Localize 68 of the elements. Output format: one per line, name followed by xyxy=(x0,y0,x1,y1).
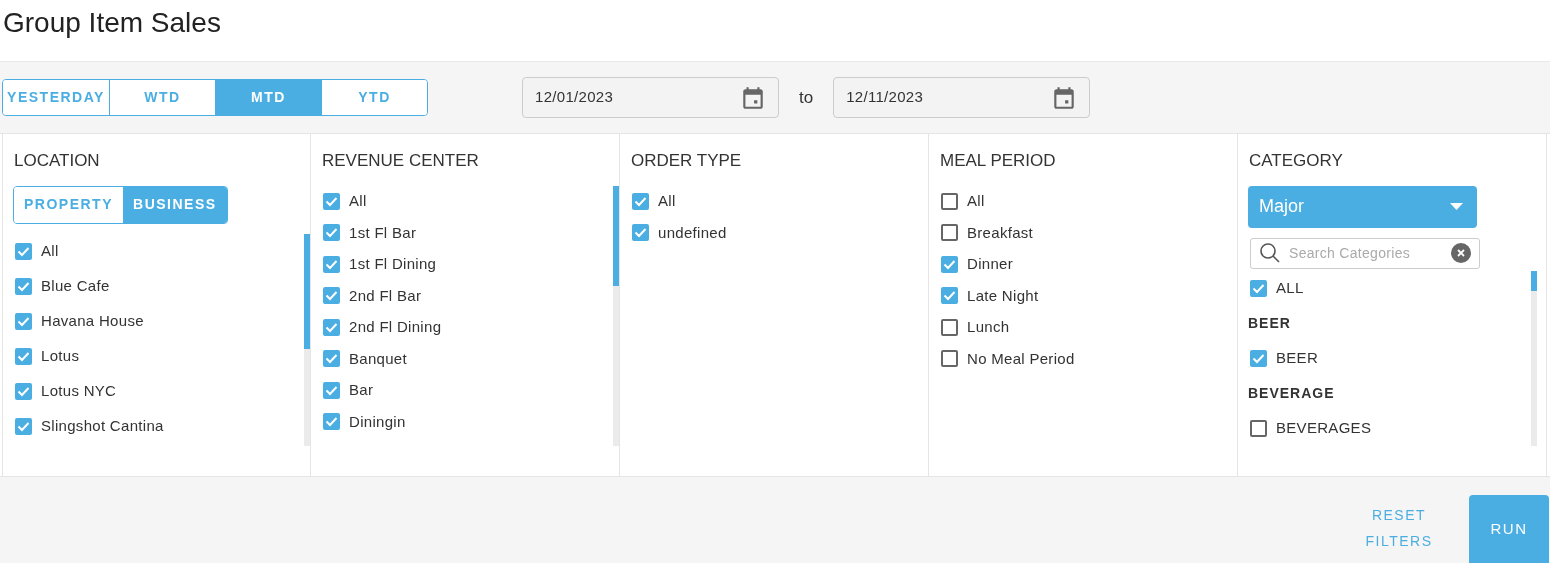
date-separator: to xyxy=(799,86,814,109)
checkbox[interactable] xyxy=(941,287,958,305)
checkbox[interactable] xyxy=(15,417,32,435)
clear-icon[interactable] xyxy=(1451,243,1471,263)
checkbox[interactable] xyxy=(15,382,32,400)
checkbox[interactable] xyxy=(15,347,32,365)
checkbox[interactable] xyxy=(323,381,340,399)
option-label[interactable]: undefined xyxy=(658,221,727,244)
checkbox[interactable] xyxy=(1250,349,1267,367)
option-label[interactable]: Lunch xyxy=(967,316,1010,339)
checkbox[interactable] xyxy=(15,312,32,330)
filter-heading: REVENUE CENTER xyxy=(322,150,480,172)
option-label[interactable]: ALL xyxy=(1276,276,1304,300)
checkbox[interactable] xyxy=(323,255,340,273)
checkbox[interactable] xyxy=(323,224,340,242)
checkbox[interactable] xyxy=(323,192,340,210)
option-label[interactable]: Lotus NYC xyxy=(41,379,117,403)
group-heading: BEVERAGE xyxy=(1248,383,1336,403)
option-label[interactable]: All xyxy=(349,190,367,213)
caret-icon xyxy=(1450,203,1463,210)
option-label[interactable]: Banquet xyxy=(349,347,407,370)
option-label[interactable]: 1st Fl Dining xyxy=(349,253,437,276)
scrollbar[interactable] xyxy=(304,233,310,446)
page-title: Group Item Sales xyxy=(2,6,222,40)
checkbox[interactable] xyxy=(15,277,32,295)
checkbox[interactable] xyxy=(632,224,649,242)
checkbox[interactable] xyxy=(323,318,340,336)
calendar-icon[interactable] xyxy=(740,84,766,111)
option-label[interactable]: All xyxy=(41,239,59,263)
checkbox[interactable] xyxy=(323,350,340,368)
checkbox[interactable] xyxy=(15,242,32,260)
option-label[interactable]: BEVERAGES xyxy=(1276,416,1372,440)
option-label[interactable]: Breakfast xyxy=(967,221,1034,244)
checkbox[interactable] xyxy=(323,287,340,305)
option-label[interactable]: 2nd Fl Bar xyxy=(349,284,422,307)
checkbox[interactable] xyxy=(941,318,958,336)
option-label[interactable]: Late Night xyxy=(967,284,1039,307)
option-label[interactable]: All xyxy=(967,190,985,213)
search-icon xyxy=(1259,242,1281,264)
option-label[interactable]: 1st Fl Bar xyxy=(349,221,417,244)
group-heading: BEER xyxy=(1248,313,1292,333)
filter-heading: MEAL PERIOD xyxy=(940,150,1057,172)
checkbox[interactable] xyxy=(632,192,649,210)
date-field[interactable]: 12/11/2023 xyxy=(833,77,1091,118)
filter-heading: ORDER TYPE xyxy=(631,150,743,172)
option-label[interactable]: Blue Cafe xyxy=(41,274,110,298)
date-field[interactable]: 12/01/2023 xyxy=(522,77,779,118)
filter-heading: CATEGORY xyxy=(1249,150,1344,172)
checkbox[interactable] xyxy=(323,413,340,431)
checkbox[interactable] xyxy=(941,350,958,368)
checkbox[interactable] xyxy=(1250,279,1267,297)
option-label[interactable]: Dinner xyxy=(967,253,1013,276)
filter-heading: LOCATION xyxy=(14,150,101,172)
checkbox[interactable] xyxy=(941,255,958,273)
option-label[interactable]: All xyxy=(658,190,676,213)
scrollbar[interactable] xyxy=(613,185,619,446)
option-label[interactable]: Havana House xyxy=(41,309,144,333)
option-label[interactable]: 2nd Fl Dining xyxy=(349,316,442,339)
option-label[interactable]: No Meal Period xyxy=(967,347,1075,370)
option-label[interactable]: Slingshot Cantina xyxy=(41,414,164,438)
checkbox[interactable] xyxy=(1250,419,1267,437)
checkbox[interactable] xyxy=(941,192,958,210)
scrollbar[interactable] xyxy=(1531,270,1537,446)
option-label[interactable]: Bar xyxy=(349,379,374,402)
checkbox[interactable] xyxy=(941,224,958,242)
option-label[interactable]: Diningin xyxy=(349,410,406,433)
option-label[interactable]: Lotus xyxy=(41,344,80,368)
option-label[interactable]: BEER xyxy=(1276,346,1319,370)
